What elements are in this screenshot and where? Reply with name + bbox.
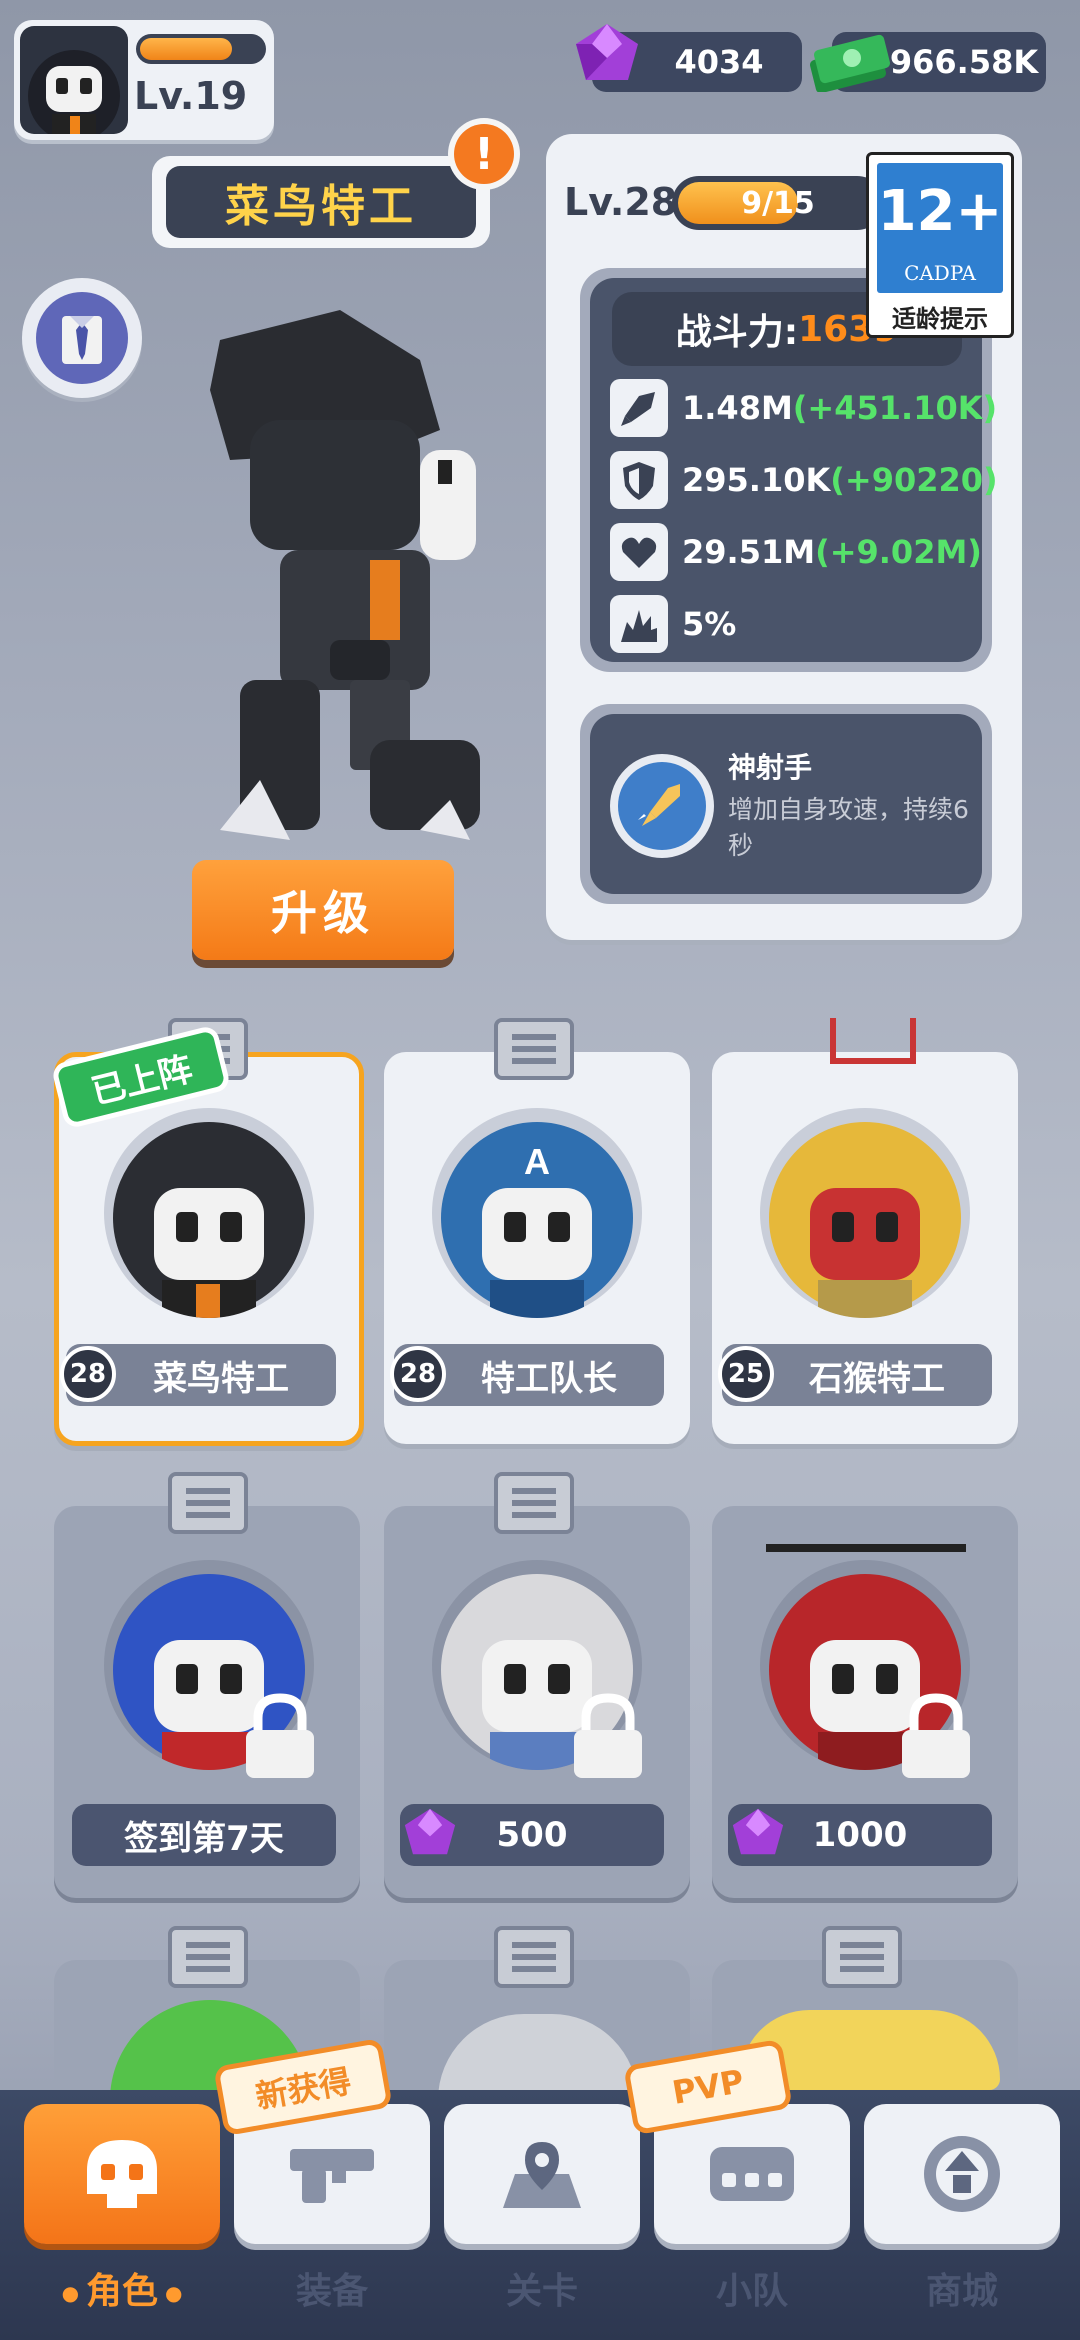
nav-dot-left: ● [61, 2281, 86, 2305]
sharpshooter-icon [618, 762, 706, 850]
card-hanger-rope [830, 1018, 916, 1064]
nav-label-stages: 关卡 [505, 2271, 578, 2312]
age-rating-label: 适龄提示 [892, 305, 988, 333]
hero-portrait-3 [760, 1108, 970, 1318]
hero-portrait-1 [104, 1108, 314, 1318]
hero-card-1-name: 菜鸟特工 [153, 1358, 289, 1399]
player-avatar[interactable] [20, 26, 128, 134]
cash-icon [810, 34, 890, 92]
age-rating-badge: 12+ CADPA 适龄提示 [866, 152, 1014, 338]
skill-card[interactable]: 神射手 增加自身攻速，持续6秒 [590, 714, 982, 894]
gem-icon [404, 1808, 456, 1855]
lock-icon [574, 1693, 642, 1778]
suit-tie-icon [36, 292, 128, 384]
age-rating-org: CADPA [904, 261, 976, 285]
heart-icon [610, 523, 668, 581]
card-clip [822, 1926, 902, 1988]
combat-power-label: 战斗力: [675, 312, 799, 353]
card-clip [494, 1472, 574, 1534]
hero-name-banner: 菜鸟特工 [152, 156, 490, 248]
cash-value: 966.58K [889, 43, 1039, 81]
hero-xp-text: 9/15 [741, 185, 815, 221]
skull-icon [87, 2140, 157, 2208]
skill-icon-ring [610, 754, 714, 858]
nav-label-character-text: 角色 [85, 2271, 158, 2312]
gun-icon [290, 2149, 374, 2203]
shield-icon [610, 451, 668, 509]
nav-label-squad: 小队 [715, 2271, 788, 2312]
skill-name: 神射手 [728, 751, 813, 784]
hero-card-4-unlock-text: 签到第7天 [124, 1818, 284, 1859]
health-value: 29.51M [682, 533, 816, 571]
hero-card-3-level: 25 [718, 1346, 774, 1402]
hero-name: 菜鸟特工 [166, 166, 476, 238]
costume-button[interactable] [22, 278, 142, 398]
hero-card-5-price: 500 [496, 1815, 568, 1855]
stat-row-defense: 295.10K (+90220) [610, 450, 998, 510]
card-clip [168, 1472, 248, 1534]
hero-xp-bar: 9/15 [672, 176, 884, 230]
hero-card-5-price-bar: 500 [400, 1804, 664, 1866]
nav-label-shop: 商城 [925, 2271, 998, 2312]
hero-level: Lv.28 [564, 180, 678, 224]
hero-character-model [210, 310, 480, 840]
hero-card-4-unlock: 签到第7天 [72, 1804, 336, 1866]
gem-icon [732, 1808, 784, 1855]
exclamation-icon: ! [454, 124, 514, 184]
stat-row-attack: 1.48M (+451.10K) [610, 378, 997, 438]
crit-icon [610, 595, 668, 653]
hero-card-2-level: 28 [390, 1346, 446, 1402]
player-xp-bar [136, 34, 266, 64]
stat-row-health: 29.51M (+9.02M) [610, 522, 982, 582]
hero-card-6-price-bar: 1000 [728, 1804, 992, 1866]
attack-bonus: (+451.10K) [792, 389, 998, 427]
nav-label-equipment: 装备 [295, 2271, 368, 2312]
skill-description: 增加自身攻速，持续6秒 [728, 795, 969, 860]
svg-text:A: A [524, 1141, 550, 1182]
crit-value: 5% [682, 605, 737, 643]
defense-value: 295.10K [682, 461, 831, 499]
hero-portrait-2: A [432, 1108, 642, 1318]
hero-card-2-name: 特工队长 [481, 1358, 617, 1399]
nav-dot-right: ● [158, 2281, 183, 2305]
hero-card-3-name: 石猴特工 [809, 1358, 945, 1399]
card-clip [494, 1018, 574, 1080]
player-level: Lv.19 [134, 74, 248, 118]
age-rating-number: 12+ [877, 179, 1003, 244]
alert-badge[interactable]: ! [448, 118, 520, 190]
stat-row-crit: 5% [610, 594, 736, 654]
nav-tab-stages[interactable] [444, 2104, 640, 2244]
bullet-icon [610, 379, 668, 437]
player-profile[interactable]: Lv.19 [14, 20, 274, 140]
attack-value: 1.48M [682, 389, 793, 427]
squad-icon [710, 2147, 794, 2201]
health-bonus: (+9.02M) [815, 533, 982, 571]
gem-icon [576, 24, 638, 80]
hero-card-6-price: 1000 [812, 1815, 908, 1855]
nav-tab-shop[interactable] [864, 2104, 1060, 2244]
map-pin-icon [503, 2142, 581, 2208]
card-hanger-bar [766, 1544, 966, 1552]
lock-icon [246, 1693, 314, 1778]
skull-hood-icon [28, 50, 120, 134]
gems-value: 4034 [674, 43, 764, 81]
lock-icon [902, 1693, 970, 1778]
shop-icon [924, 2136, 1000, 2212]
skill-frame[interactable]: 神射手 增加自身攻速，持续6秒 [580, 704, 992, 904]
age-rating-box: 12+ CADPA [877, 163, 1003, 293]
player-xp-fill [140, 38, 232, 60]
upgrade-button[interactable]: 升级 [192, 860, 454, 960]
card-clip [494, 1926, 574, 1988]
hero-card-1-level: 28 [60, 1346, 116, 1402]
nav-label-character: ● 角色 ● [24, 2262, 220, 2314]
defense-bonus: (+90220) [830, 461, 998, 499]
card-clip [168, 1926, 248, 1988]
nav-tab-character[interactable] [24, 2104, 220, 2244]
